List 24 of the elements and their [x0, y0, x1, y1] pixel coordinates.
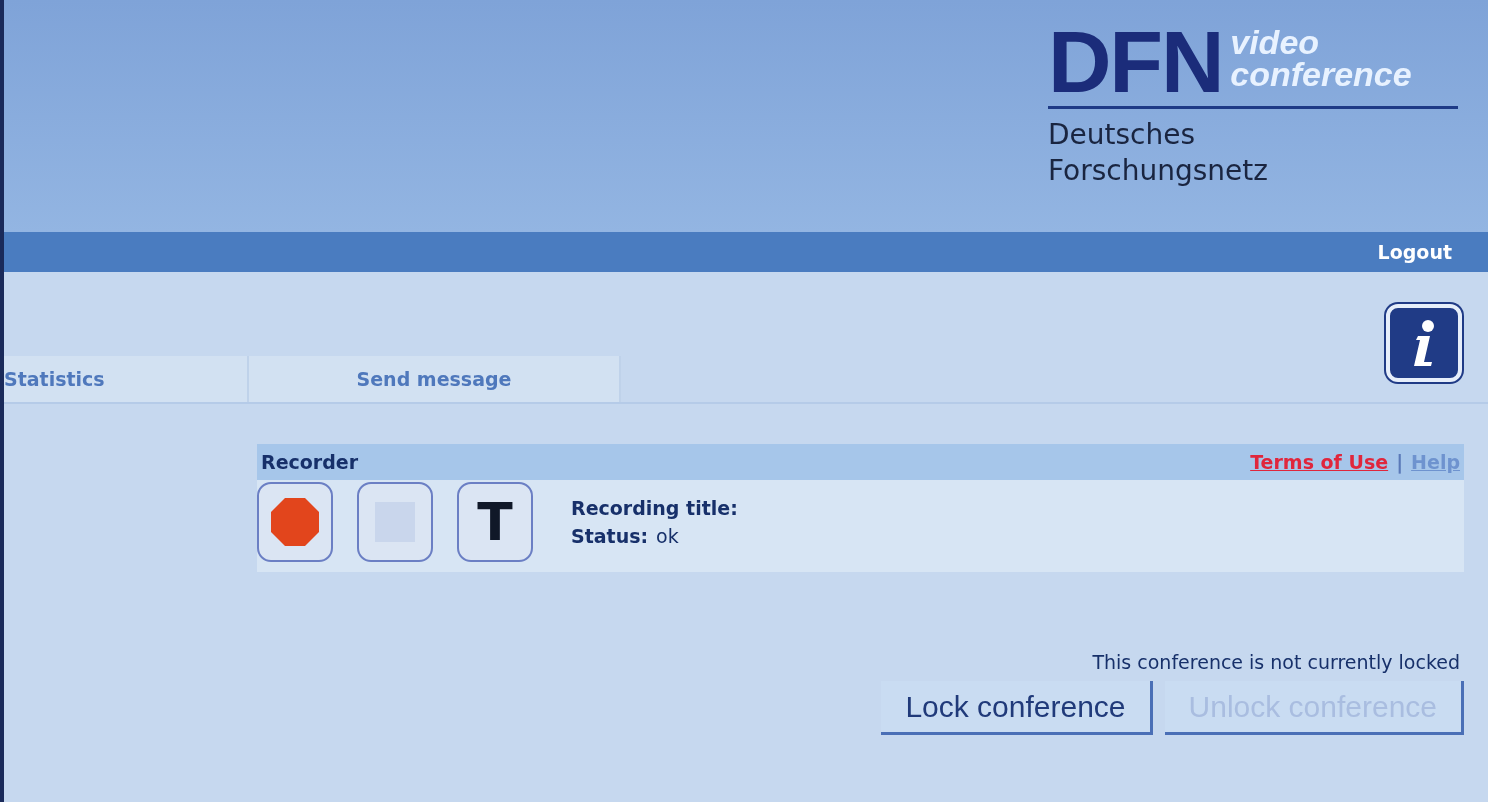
record-icon: [269, 496, 321, 548]
record-button[interactable]: [257, 482, 333, 562]
status-label: Status:: [571, 524, 649, 549]
lock-status-message: This conference is not currently locked: [1092, 650, 1461, 675]
link-separator: |: [1396, 449, 1404, 476]
tab[interactable]: Send message: [249, 356, 621, 402]
logo-wordmark: DFN: [1048, 22, 1223, 102]
title-button[interactable]: T: [457, 482, 533, 562]
help-link[interactable]: Help: [1411, 447, 1460, 477]
panel-title: Recorder: [261, 449, 359, 475]
organization-name: Forschungsnetz: [1048, 153, 1269, 189]
terms-link[interactable]: Terms of Use: [1250, 447, 1389, 477]
logo-subtitle: video: [1230, 26, 1321, 58]
text-title-icon: T: [477, 496, 513, 548]
info-icon: [1412, 320, 1436, 366]
logo-subtitle: conference: [1230, 58, 1412, 90]
status-value: ok: [656, 524, 679, 549]
logout-link[interactable]: Logout: [1377, 237, 1452, 267]
lock-button[interactable]: Lock conference: [881, 680, 1153, 735]
organization-name: Deutsches: [1048, 117, 1197, 153]
stop-button[interactable]: [357, 482, 433, 562]
recording-title-label: Recording title:: [571, 496, 738, 521]
tab[interactable]: Statistics: [4, 356, 249, 402]
info-button[interactable]: [1386, 304, 1462, 382]
